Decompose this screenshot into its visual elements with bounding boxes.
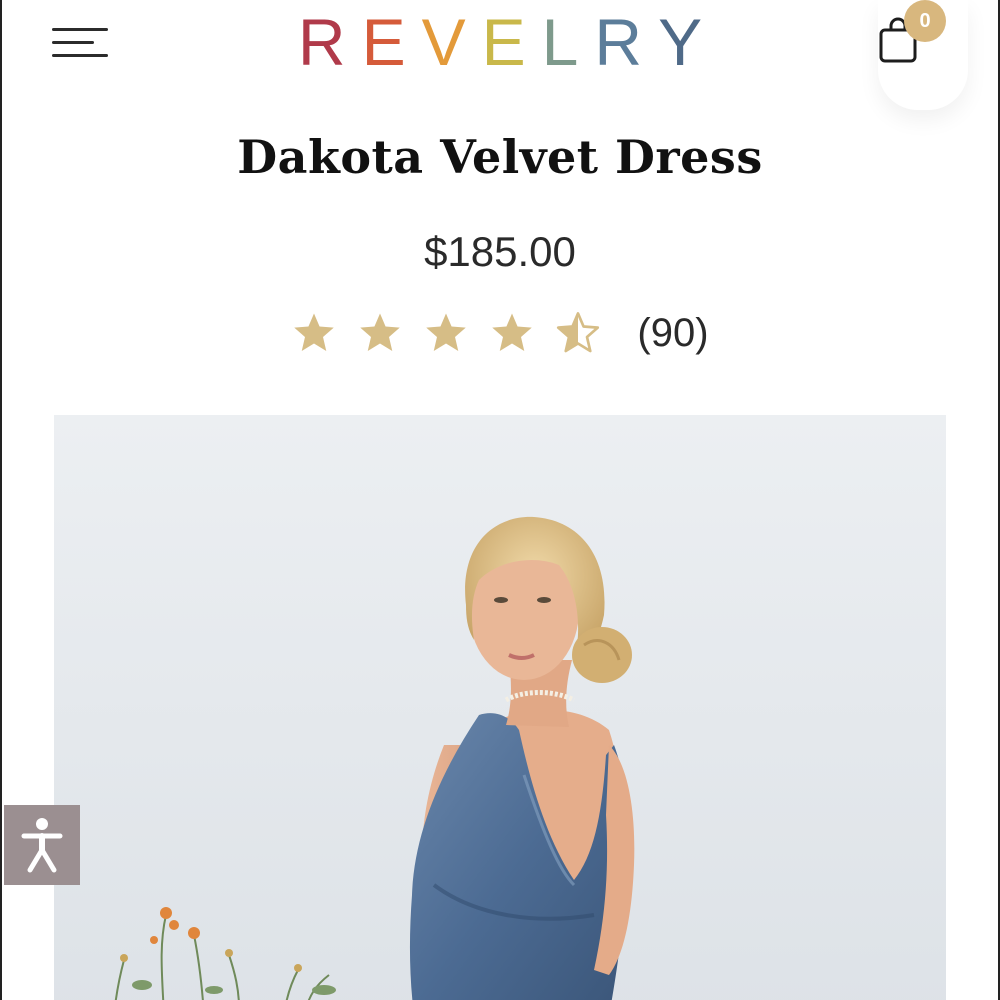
logo-letter: Y: [658, 5, 719, 79]
cart-count-badge: 0: [904, 0, 946, 42]
product-photo[interactable]: [54, 415, 946, 1000]
product-photo-illustration: [54, 415, 946, 1000]
logo-letter: L: [541, 5, 595, 79]
accessibility-person-icon: [21, 818, 63, 873]
review-count[interactable]: (90): [637, 311, 708, 356]
star-full-icon: [492, 313, 533, 352]
logo-letter: R: [297, 5, 362, 79]
star-full-icon: [426, 313, 467, 352]
logo-letter: V: [421, 5, 482, 79]
cart-button[interactable]: 0: [878, 0, 968, 110]
star-full-icon: [360, 313, 401, 352]
product-page: REVELRY 0 Dakota Velvet Dress $185.00 (9…: [0, 0, 1000, 1000]
product-price: $185.00: [424, 228, 576, 275]
revelry-logo[interactable]: REVELRY: [2, 2, 998, 82]
star-full-icon: [294, 313, 335, 352]
accessibility-button[interactable]: [4, 805, 80, 885]
product-title: Dakota Velvet Dress: [237, 130, 763, 184]
logo-letter: E: [481, 5, 542, 79]
logo-letter: R: [594, 5, 659, 79]
product-rating[interactable]: (90): [2, 310, 998, 356]
logo-letter: E: [361, 5, 422, 79]
star-half-icon: [557, 312, 600, 353]
